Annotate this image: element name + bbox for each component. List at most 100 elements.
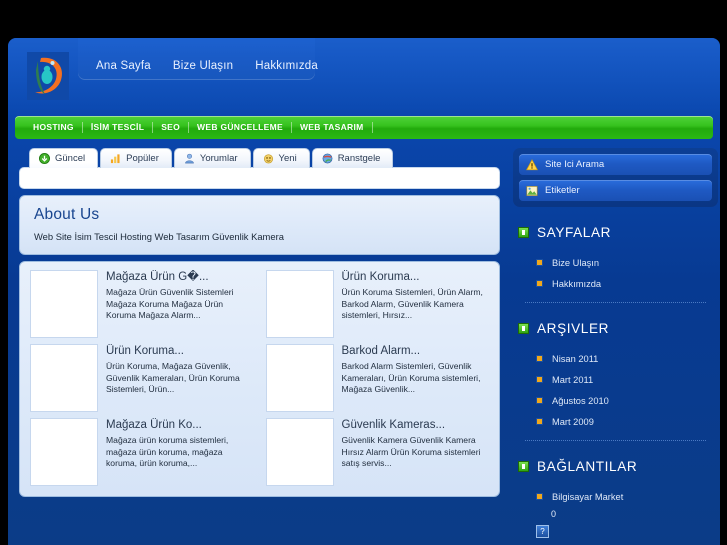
tab-yeni[interactable]: Yeni (252, 148, 310, 168)
section-title: SAYFALAR (537, 225, 612, 240)
section-list: Bilgisayar Market (513, 486, 718, 507)
list-item[interactable]: Bize Ulaşın (513, 252, 718, 273)
article-excerpt: Barkod Alarm Sistemleri, Güvenlik Kamera… (341, 361, 481, 395)
tab-ranstgele[interactable]: Ranstgele (311, 148, 394, 168)
article-thumbnail (30, 270, 98, 338)
arrow-bullet-icon (536, 397, 543, 404)
sidebar-widget-site-ici-arama[interactable]: Site Ici Arama (519, 154, 712, 175)
about-us-box: About Us Web Site İsim Tescil Hosting We… (19, 195, 500, 255)
green-arrow-down-icon (39, 153, 50, 164)
article-card[interactable]: Mağaza Ürün Ko... Mağaza ürün koruma sis… (30, 418, 254, 486)
arrow-bullet-icon (536, 376, 543, 383)
article-title[interactable]: Mağaza Ürün G�... (106, 270, 254, 284)
section-divider (525, 440, 706, 441)
article-title[interactable]: Barkod Alarm... (342, 344, 490, 358)
section-divider (525, 302, 706, 303)
article-card[interactable]: Ürün Koruma... Ürün Koruma Sistemleri, Ü… (265, 270, 490, 338)
article-thumbnail (265, 418, 334, 486)
sidebar-link-bilgisayar-market[interactable]: Bilgisayar Market (552, 492, 623, 502)
arrow-bullet-icon (536, 355, 543, 362)
article-body: Mağaza Ürün Ko... Mağaza ürün koruma sis… (106, 418, 254, 486)
sidebar-link-hakkimizda[interactable]: Hakkımızda (552, 279, 601, 289)
bar-chart-icon (111, 154, 120, 164)
broken-image-icon: ? (536, 525, 549, 538)
user-comment-icon (185, 153, 194, 164)
tab-label: Yeni (278, 153, 297, 164)
page-title: About Us (34, 206, 100, 223)
tab-guncel[interactable]: Güncel (29, 148, 99, 168)
sidebar-widget-etiketler[interactable]: Etiketler (519, 180, 712, 201)
article-title[interactable]: Ürün Koruma... (106, 344, 254, 358)
sidebar-link-agustos-2010[interactable]: Ağustos 2010 (552, 396, 609, 406)
article-card[interactable]: Barkod Alarm... Barkod Alarm Sistemleri,… (265, 344, 490, 412)
tab-populer[interactable]: Popüler (100, 148, 172, 168)
article-body: Ürün Koruma... Ürün Koruma, Mağaza Güven… (106, 344, 254, 412)
article-body: Güvenlik Kameras... Güvenlik Kamera Güve… (342, 418, 490, 486)
article-title[interactable]: Ürün Koruma... (342, 270, 490, 284)
section-list: Bize Ulaşın Hakkımızda (513, 252, 718, 294)
article-card[interactable]: Güvenlik Kameras... Güvenlik Kamera Güve… (265, 418, 490, 486)
article-excerpt: Mağaza Ürün Güvenlik Sistemleri Mağaza K… (106, 287, 234, 321)
service-bar: HOSTING İSİM TESCİL SEO WEB GÜNCELLEME W… (15, 116, 713, 139)
sidebar-widget-box: Site Ici Arama Etiketler (513, 148, 718, 207)
sidebar-link-mart-2009[interactable]: Mart 2009 (552, 417, 594, 427)
site-shell: Ana Sayfa Bize Ulaşın Hakkımızda HOSTING… (8, 38, 720, 545)
service-link-web-guncelleme[interactable]: WEB GÜNCELLEME (189, 122, 292, 133)
main-content: Güncel Popüler Yorumlar Yeni Ranstgele A… (19, 148, 500, 497)
list-item[interactable]: Mart 2009 (513, 411, 718, 432)
article-title[interactable]: Mağaza Ürün Ko... (106, 418, 254, 432)
article-title[interactable]: Güvenlik Kameras... (342, 418, 490, 432)
sidebar-link-bize-ulasin[interactable]: Bize Ulaşın (552, 258, 599, 268)
service-link-seo[interactable]: SEO (153, 122, 190, 133)
sidebar-link-nisan-2011[interactable]: Nisan 2011 (552, 354, 598, 364)
nav-item-hakkimizda[interactable]: Hakkımızda (255, 60, 318, 72)
service-link-hosting[interactable]: HOSTING (25, 122, 83, 133)
tab-label: Ranstgele (337, 153, 381, 164)
list-item[interactable]: Nisan 2011 (513, 348, 718, 369)
article-thumbnail (265, 270, 334, 338)
widget-label: Site Ici Arama (545, 159, 605, 170)
sidebar-partial-item[interactable]: ? (513, 525, 718, 538)
list-item[interactable]: Bilgisayar Market (513, 486, 718, 507)
article-excerpt: Ürün Koruma, Mağaza Güvenlik, Güvenlik K… (106, 361, 240, 395)
tab-label: Popüler (126, 153, 159, 164)
article-thumbnail (265, 344, 334, 412)
section-bullet-icon (518, 323, 529, 334)
article-grid: Mağaza Ürün G�... Mağaza Ürün Güvenlik S… (19, 261, 500, 497)
article-card[interactable]: Ürün Koruma... Ürün Koruma, Mağaza Güven… (30, 344, 254, 412)
section-bullet-icon (518, 227, 529, 238)
sidebar-section-baglantilar: BAĞLANTILAR Bilgisayar Market 0 ? (513, 459, 718, 538)
section-header: ARŞIVLER (513, 321, 718, 336)
globe-icon (322, 153, 333, 164)
article-thumbnail (30, 418, 98, 486)
site-logo[interactable] (27, 52, 69, 100)
sidebar: Site Ici Arama Etiketler SAYFALAR Bize U… (513, 148, 718, 538)
list-item[interactable]: Hakkımızda (513, 273, 718, 294)
article-excerpt: Ürün Koruma Sistemleri, Ürün Alarm, Bark… (341, 287, 483, 321)
sidebar-link-mart-2011[interactable]: Mart 2011 (552, 375, 593, 385)
arrow-bullet-icon (536, 259, 543, 266)
article-excerpt: Güvenlik Kamera Güvenlik Kamera Hırsız A… (341, 435, 481, 469)
site-header: Ana Sayfa Bize Ulaşın Hakkımızda (8, 38, 720, 111)
section-header: BAĞLANTILAR (513, 459, 718, 474)
article-card[interactable]: Mağaza Ürün G�... Mağaza Ürün Güvenlik S… (30, 270, 254, 338)
arrow-bullet-icon (536, 418, 543, 425)
section-title: ARŞIVLER (537, 321, 610, 336)
top-navigation: Ana Sayfa Bize Ulaşın Hakkımızda (78, 38, 318, 80)
service-link-isim-tescil[interactable]: İSİM TESCİL (83, 122, 154, 133)
tab-yorumlar[interactable]: Yorumlar (173, 148, 251, 168)
nav-item-ana-sayfa[interactable]: Ana Sayfa (96, 60, 151, 72)
sidebar-section-arsivler: ARŞIVLER Nisan 2011 Mart 2011 Ağustos 20… (513, 321, 718, 441)
article-body: Mağaza Ürün G�... Mağaza Ürün Güvenlik S… (106, 270, 254, 338)
section-title: BAĞLANTILAR (537, 459, 638, 474)
article-body: Barkod Alarm... Barkod Alarm Sistemleri,… (342, 344, 490, 412)
tab-content-panel (19, 167, 500, 189)
section-header: SAYFALAR (513, 225, 718, 240)
section-bullet-icon (518, 461, 529, 472)
list-item[interactable]: Ağustos 2010 (513, 390, 718, 411)
list-item[interactable]: Mart 2011 (513, 369, 718, 390)
service-link-web-tasarim[interactable]: WEB TASARIM (292, 122, 373, 133)
nav-item-bize-ulasin[interactable]: Bize Ulaşın (173, 60, 233, 72)
article-thumbnail (30, 344, 98, 412)
section-list: Nisan 2011 Mart 2011 Ağustos 2010 Mart 2… (513, 348, 718, 432)
